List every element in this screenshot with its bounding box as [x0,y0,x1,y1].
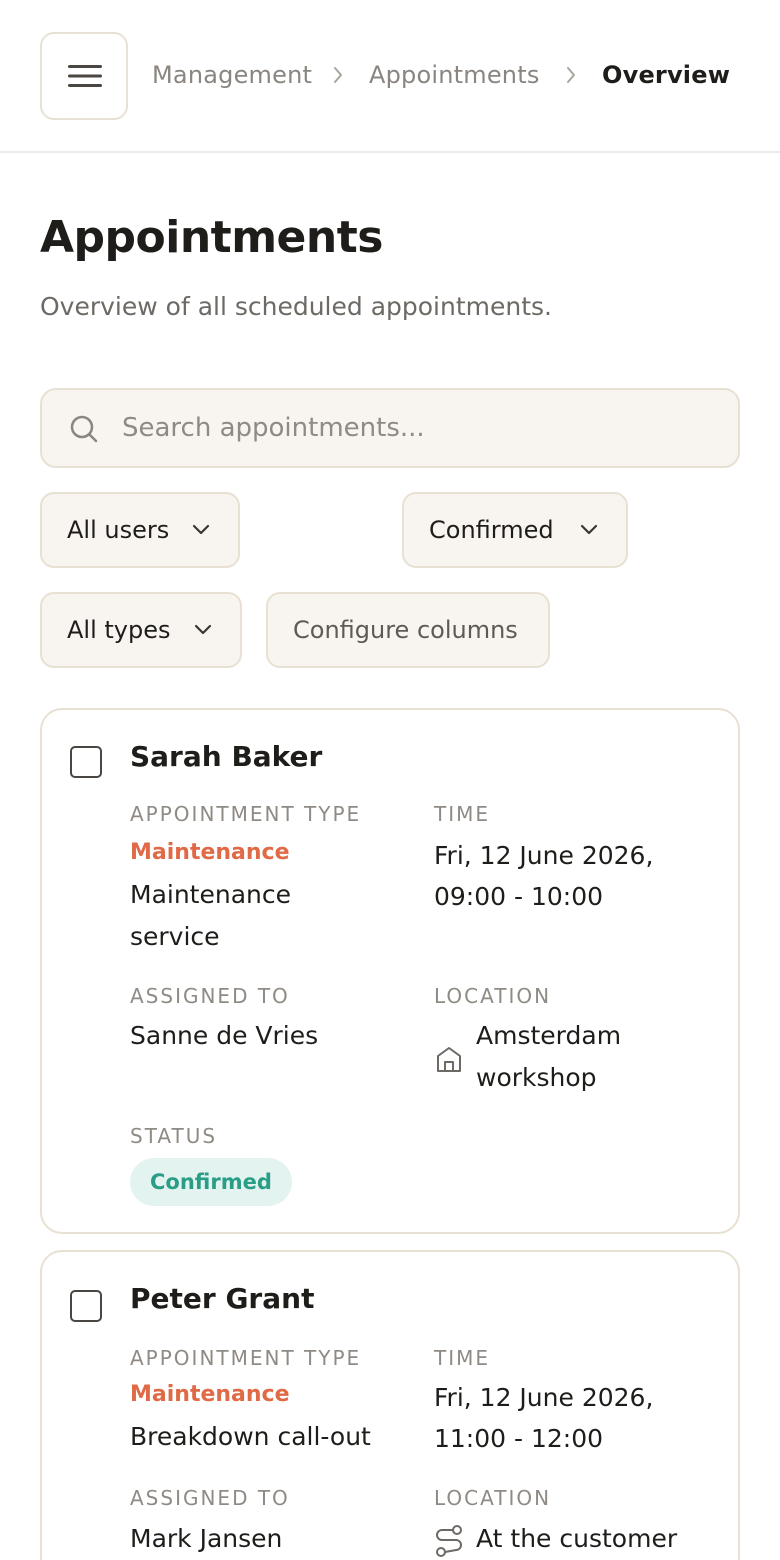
chevron-down-icon [194,624,212,635]
building-icon [437,1047,461,1072]
assigned-to-value: Mark Jansen [130,1524,283,1553]
status-badge: Confirmed [130,1158,292,1206]
breadcrumb-appointments[interactable]: Appointments [369,58,540,92]
breadcrumb-overview: Overview [602,61,731,89]
assigned-to-value: Sanne de Vries [130,1021,319,1050]
breadcrumb-management[interactable]: Management [152,58,312,92]
search-input[interactable] [122,406,702,450]
appointment-type-label: APPOINTMENT TYPE [130,1346,362,1370]
page-subtitle: Overview of all scheduled appointments. [40,292,552,321]
time-value: Fri, 12 June 2026, [434,841,654,870]
appointment-card: Peter Grant APPOINTMENT TYPE Maintenance… [40,1250,740,1560]
client-name: Peter Grant [130,1282,315,1315]
time-range-value: 09:00 - 10:00 [434,882,604,911]
route-icon [436,1525,462,1557]
configure-columns-button[interactable]: Configure columns [266,592,550,668]
location-value: Amsterdam [476,1021,622,1050]
types-filter-label: All types [67,616,171,644]
time-label: TIME [434,802,491,826]
appointment-type-value: Breakdown call-out [130,1422,371,1451]
location-value-cont: workshop [476,1063,597,1092]
chevron-down-icon [192,524,210,535]
page-title: Appointments [40,212,383,263]
top-bar: Management Appointments Overview [0,0,780,153]
time-label: TIME [434,1346,491,1370]
status-filter-dropdown[interactable]: Confirmed [402,492,628,568]
appointment-type-value-cont: service [130,922,220,951]
status-label: STATUS [130,1124,218,1148]
assigned-to-label: ASSIGNED TO [130,984,290,1008]
select-checkbox[interactable] [70,1290,102,1322]
time-range-value: 11:00 - 12:00 [434,1424,604,1453]
search-box [40,388,740,468]
chevron-right-icon [334,67,342,83]
users-filter-label: All users [67,516,170,544]
assigned-to-label: ASSIGNED TO [130,1486,290,1510]
location-label: LOCATION [434,984,552,1008]
time-value: Fri, 12 June 2026, [434,1383,654,1412]
client-name: Sarah Baker [130,740,323,773]
menu-button[interactable] [40,32,128,120]
chevron-down-icon [580,524,598,535]
search-icon [70,415,98,443]
select-checkbox[interactable] [70,746,102,778]
configure-columns-label: Configure columns [293,616,518,644]
users-filter-dropdown[interactable]: All users [40,492,240,568]
status-filter-label: Confirmed [429,516,554,544]
appointment-category: Maintenance [130,840,290,865]
types-filter-dropdown[interactable]: All types [40,592,242,668]
appointment-type-label: APPOINTMENT TYPE [130,802,362,826]
appointment-type-value: Maintenance [130,880,291,909]
appointment-card: Sarah Baker APPOINTMENT TYPE Maintenance… [40,708,740,1234]
chevron-right-icon [567,67,575,83]
location-label: LOCATION [434,1486,552,1510]
hamburger-menu-icon [68,65,102,87]
location-value: At the customer [476,1524,678,1553]
appointment-category: Maintenance [130,1382,290,1407]
